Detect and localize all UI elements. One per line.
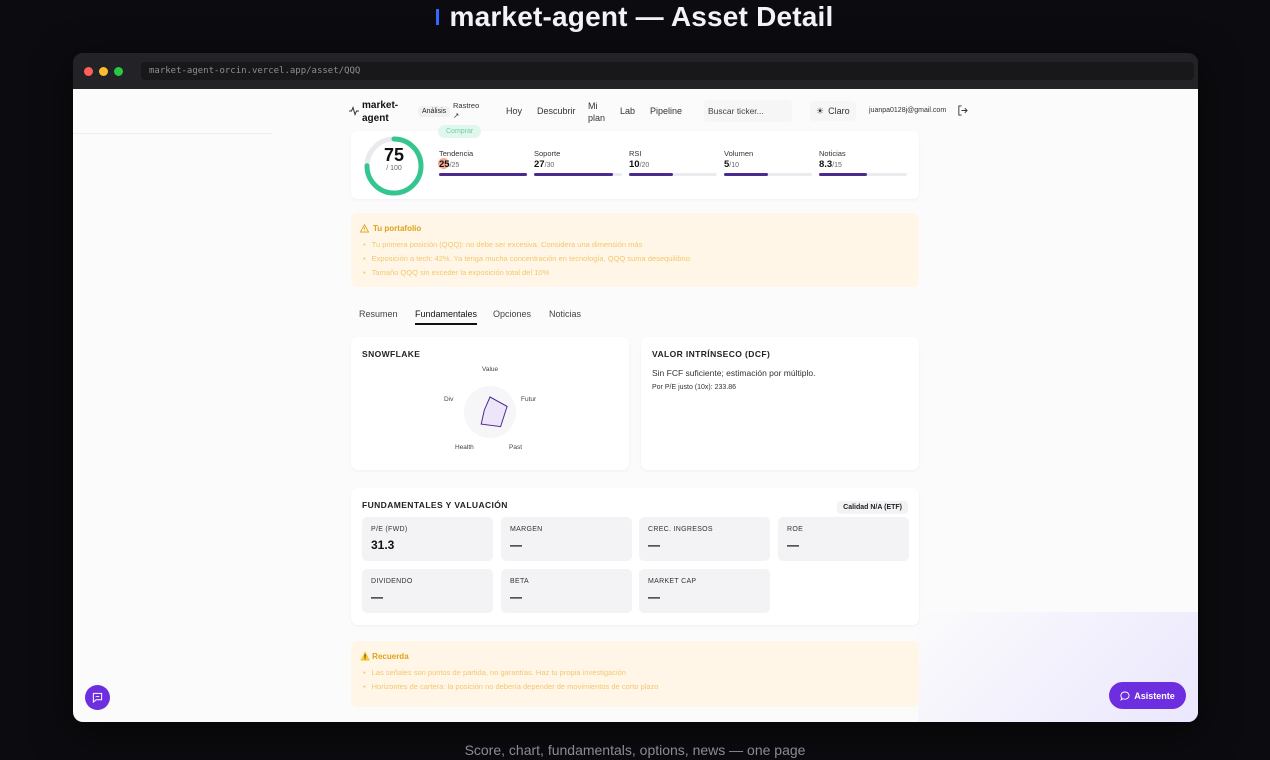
metric-market-cap: MARKET CAP —: [639, 569, 770, 613]
portfolio-bullet: Tu primera posición (QQQ): no debe ser e…: [363, 240, 643, 249]
feedback-button[interactable]: [85, 685, 110, 710]
browser-window: market-agent-orcin.vercel.app/asset/QQQ …: [73, 53, 1198, 722]
chat-bubble-icon: [1120, 691, 1130, 701]
warning-icon: [360, 224, 369, 233]
signal-badge: Comprar: [438, 125, 482, 138]
radar-label-health: Health: [455, 444, 474, 451]
ticker-search-input[interactable]: [704, 100, 792, 122]
page-title: market-agent — Asset Detail: [449, 1, 834, 32]
browser-chrome: market-agent-orcin.vercel.app/asset/QQQ: [73, 53, 1198, 89]
metric-score: 8.3/15: [819, 159, 842, 170]
nav-link-hoy[interactable]: Hoy: [506, 106, 522, 116]
user-email: juanpa0128j@gmail.com: [869, 107, 947, 114]
dcf-card: VALOR INTRÍNSECO (DCF) Sin FCF suficient…: [641, 337, 919, 470]
dcf-text: Sin FCF suficiente; estimación por múlti…: [652, 368, 816, 378]
app-viewport: market-agent Análisis Rastreo ↗ Hoy Desc…: [73, 89, 1198, 722]
radar-label-past: Past: [509, 444, 523, 451]
remember-bullet: Horizontes de cartera: la posición no de…: [363, 682, 659, 691]
metric-beta: BETA —: [501, 569, 632, 613]
portfolio-bullet: Tamaño QQQ sin exceder la exposición tot…: [363, 268, 550, 277]
metric-progress: [534, 173, 622, 176]
metric-label: Soporte: [534, 149, 561, 158]
fundamentals-title: FUNDAMENTALES Y VALUACIÓN: [362, 500, 508, 510]
logout-icon[interactable]: [957, 105, 968, 116]
tab-opciones[interactable]: Opciones: [493, 309, 531, 319]
nav-link-descubrir[interactable]: Descubrir: [537, 106, 576, 116]
activity-icon: [349, 106, 359, 116]
tab-resumen[interactable]: Resumen: [359, 309, 398, 319]
dcf-title: VALOR INTRÍNSECO (DCF): [652, 349, 771, 359]
assistant-button[interactable]: Asistente: [1109, 682, 1186, 709]
nav-link-mi-plan[interactable]: Mi plan: [588, 100, 610, 124]
metric-dividend: DIVIDENDO —: [362, 569, 493, 613]
score-value: 75: [383, 145, 405, 165]
message-icon: [92, 692, 103, 703]
metric-label: RSI: [629, 149, 642, 158]
snowflake-card: SNOWFLAKE Value Futur Past Health Div: [351, 337, 629, 470]
tab-fundamentales[interactable]: Fundamentales: [415, 309, 478, 325]
metric-score: 10/20: [629, 159, 650, 170]
sun-icon: ☀: [816, 105, 825, 116]
radar-label-dividend: Div: [444, 396, 454, 403]
theme-toggle-button[interactable]: ☀ Claro: [810, 101, 856, 121]
portfolio-warning-card: Tu portafolio Tu primera posición (QQQ):…: [351, 213, 919, 287]
page-header: market-agent — Asset Detail: [0, 0, 1270, 34]
radar-label-future: Futur: [521, 396, 537, 403]
maximize-window-button[interactable]: [114, 67, 123, 76]
metric-label: Volumen: [724, 149, 754, 158]
metric-tendencia: Tendencia 25/25: [438, 149, 527, 179]
metric-score: 25/25: [439, 159, 460, 170]
tab-noticias[interactable]: Noticias: [549, 309, 581, 319]
quality-badge: Calidad N/A (ETF): [837, 501, 908, 514]
url-bar[interactable]: market-agent-orcin.vercel.app/asset/QQQ: [141, 62, 1194, 80]
snowflake-radar: [464, 386, 516, 438]
minimize-window-button[interactable]: [99, 67, 108, 76]
metric-rsi: RSI 10/20: [629, 149, 717, 179]
score-card: Comprar 75 / 100 Tendencia 25/25 Soporte…: [351, 125, 919, 199]
metric-margin: MARGEN —: [501, 517, 632, 561]
logo-text[interactable]: market-agent: [362, 99, 408, 125]
title-accent-bar: [436, 9, 440, 25]
remember-bullet: Las señales son puntos de partida, no ga…: [363, 668, 626, 677]
metric-soporte: Soporte 27/30: [534, 149, 622, 179]
metric-pe-fwd: P/E (FWD) 31.3: [362, 517, 493, 561]
top-nav: market-agent Análisis Rastreo ↗ Hoy Desc…: [343, 95, 983, 129]
metric-score: 27/30: [534, 159, 555, 170]
remember-card: ⚠️ Recuerda Las señales son puntos de pa…: [351, 641, 919, 707]
metric-roe: ROE —: [778, 517, 909, 561]
remember-title: ⚠️ Recuerda: [360, 652, 409, 661]
metric-progress: [439, 173, 527, 176]
divider: [73, 133, 273, 134]
metric-label: Noticias: [819, 149, 846, 158]
metric-progress: [724, 173, 812, 176]
metric-label: Tendencia: [439, 149, 474, 158]
theme-label: Claro: [828, 106, 850, 116]
nav-link-pipeline[interactable]: Pipeline: [650, 106, 682, 116]
nav-link-lab[interactable]: Lab: [620, 106, 635, 116]
page-caption: Score, chart, fundamentals, options, new…: [464, 742, 806, 758]
score-max: / 100: [386, 165, 402, 172]
portfolio-bullet: Exposición a tech: 42%. Ya tenga mucha c…: [363, 254, 690, 263]
metric-progress: [819, 173, 907, 176]
portfolio-warning-title: Tu portafolio: [360, 224, 421, 233]
radar-label-value: Value: [482, 366, 499, 373]
metric-progress: [629, 173, 717, 176]
metric-volumen: Volumen 5/10: [724, 149, 812, 179]
close-window-button[interactable]: [84, 67, 93, 76]
metric-revenue-growth: CREC. INGRESOS —: [639, 517, 770, 561]
dcf-fair-value: Por P/E justo (10x): 233.86: [652, 384, 737, 391]
nav-tracking-link[interactable]: Rastreo ↗: [453, 101, 487, 121]
metric-noticias: Noticias 8.3/15: [819, 149, 907, 179]
fundamentals-card: FUNDAMENTALES Y VALUACIÓN Calidad N/A (E…: [351, 488, 919, 625]
nav-analysis-pill[interactable]: Análisis: [418, 106, 451, 117]
assistant-label: Asistente: [1134, 690, 1175, 701]
metric-score: 5/10: [724, 159, 740, 170]
